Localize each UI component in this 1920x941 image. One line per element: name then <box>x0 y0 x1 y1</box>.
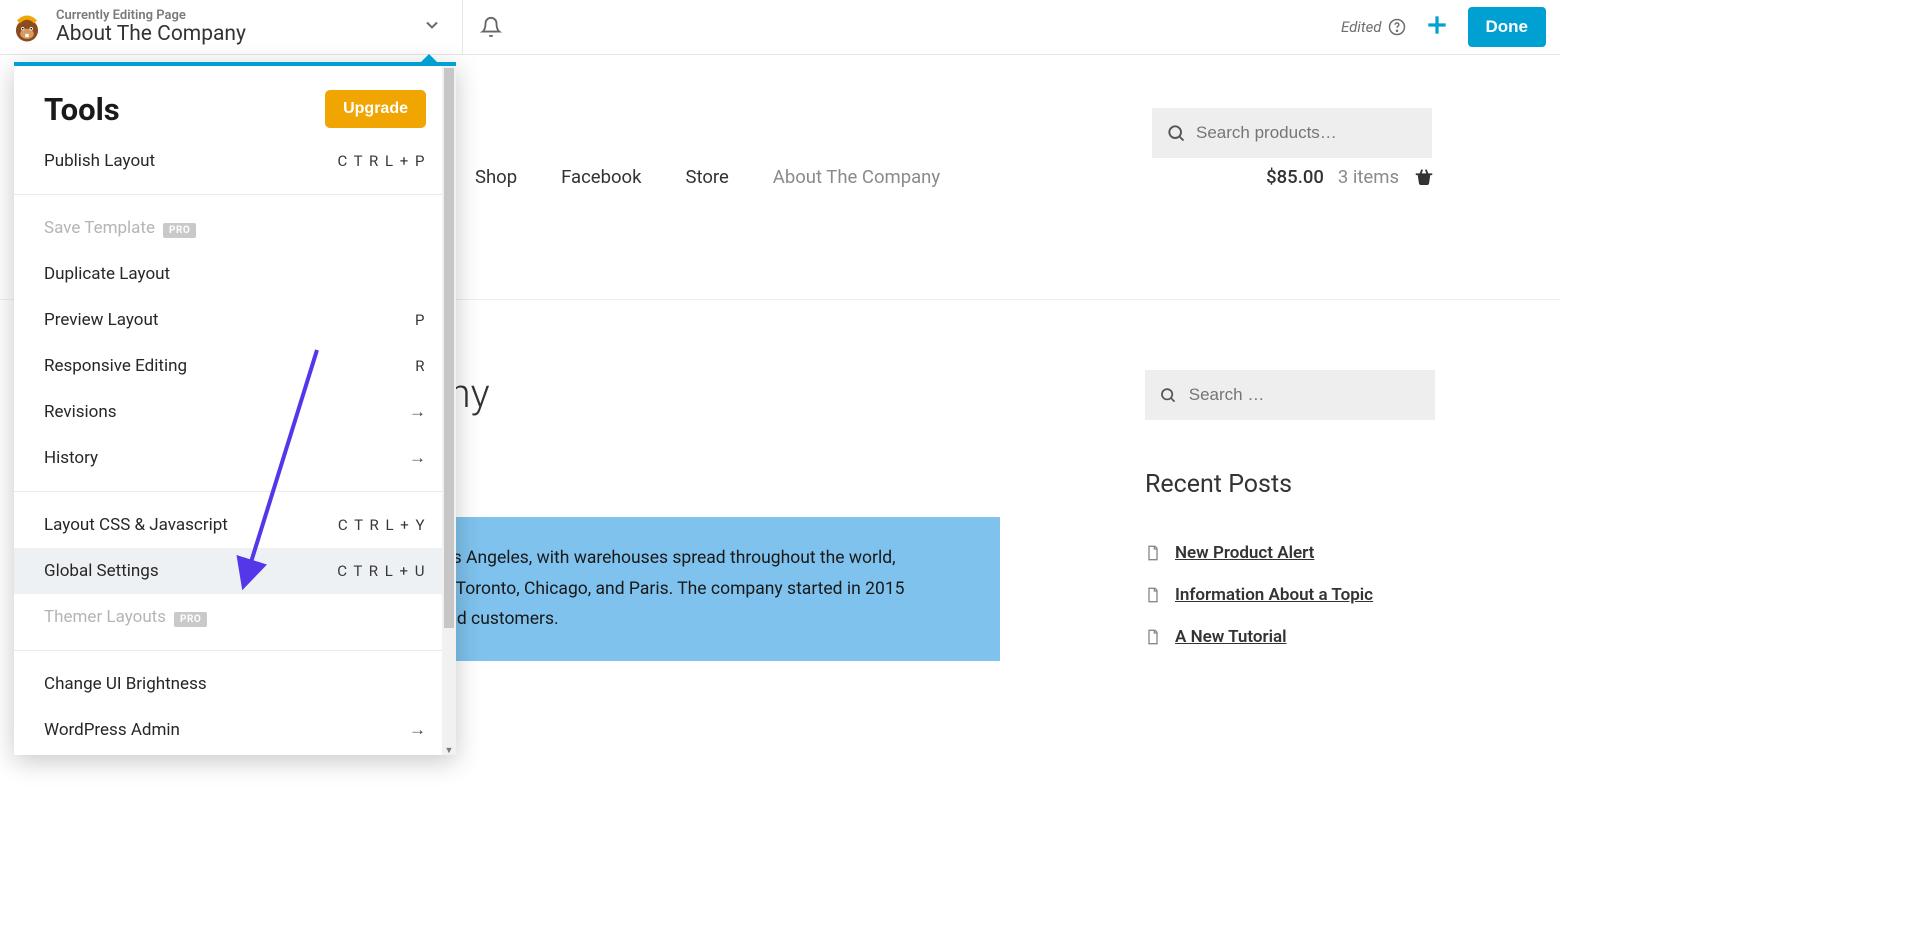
recent-post-link[interactable]: A New Tutorial <box>1175 627 1287 647</box>
top-bar: Currently Editing Page About The Company… <box>0 0 1560 55</box>
nav-item[interactable]: About The Company <box>773 166 940 188</box>
tools-item: Save TemplatePRO <box>14 205 456 251</box>
edited-status: Edited <box>1341 18 1406 36</box>
tools-item[interactable]: Revisions→ <box>14 389 456 435</box>
notifications-button[interactable] <box>463 0 519 54</box>
sidebar-search[interactable] <box>1145 370 1435 420</box>
tools-item: Themer LayoutsPRO <box>14 594 456 640</box>
page-heading: pany <box>405 370 1035 417</box>
recent-post-item: A New Tutorial <box>1145 627 1435 647</box>
recent-post-link[interactable]: Information About a Topic <box>1175 585 1373 605</box>
dropdown-scrollbar[interactable]: ▲ ▼ <box>442 66 456 755</box>
tools-dropdown: ▲ ▼ Tools Upgrade Publish LayoutC T R L … <box>14 62 456 755</box>
cart-items-count: 3 items <box>1338 166 1399 188</box>
nav-item[interactable]: Store <box>685 166 728 188</box>
recent-post-item: Information About a Topic <box>1145 585 1435 605</box>
main-nav: Shop Facebook Store About The Company <box>475 166 940 188</box>
search-products-input[interactable] <box>1196 123 1418 143</box>
cart-price: $85.00 <box>1266 166 1324 188</box>
currently-editing-label: Currently Editing Page <box>56 8 416 23</box>
help-icon <box>1388 18 1406 36</box>
tools-item[interactable]: Change UI Brightness <box>14 661 456 707</box>
done-button[interactable]: Done <box>1468 7 1547 47</box>
file-icon <box>1145 628 1161 646</box>
search-products[interactable] <box>1152 108 1432 158</box>
basket-icon <box>1413 166 1435 188</box>
cart-summary[interactable]: $85.00 3 items <box>1266 166 1435 188</box>
tools-item[interactable]: Preview LayoutP <box>14 297 456 343</box>
content-block[interactable]: in Los Angeles, with warehouses spread t… <box>405 517 1000 661</box>
tools-item[interactable]: Duplicate Layout <box>14 251 456 297</box>
recent-posts-title: Recent Posts <box>1145 470 1435 499</box>
nav-item[interactable]: Facebook <box>561 166 641 188</box>
tools-item[interactable]: WordPress Admin→ <box>14 707 456 753</box>
search-icon <box>1166 123 1186 143</box>
chevron-down-icon <box>416 15 448 39</box>
recent-post-item: New Product Alert <box>1145 543 1435 563</box>
tools-item[interactable]: Global SettingsC T R L + U <box>14 548 456 594</box>
file-icon <box>1145 586 1161 604</box>
nav-item[interactable]: Shop <box>475 166 517 188</box>
upgrade-button[interactable]: Upgrade <box>325 90 426 128</box>
beaver-logo-icon <box>10 10 44 44</box>
recent-posts-list: New Product Alert Information About a Top… <box>1145 543 1435 647</box>
page-title-dropdown-trigger[interactable]: Currently Editing Page About The Company <box>0 0 463 54</box>
search-icon <box>1159 385 1177 405</box>
recent-post-link[interactable]: New Product Alert <box>1175 543 1314 563</box>
tools-item[interactable]: Layout CSS & JavascriptC T R L + Y <box>14 502 456 548</box>
page-title: About The Company <box>56 22 416 46</box>
tools-item[interactable]: Responsive EditingR <box>14 343 456 389</box>
add-content-button[interactable] <box>1424 12 1450 42</box>
tools-item[interactable]: Publish LayoutC T R L + P <box>14 138 456 184</box>
sidebar-search-input[interactable] <box>1189 385 1421 405</box>
tools-item[interactable]: History→ <box>14 435 456 481</box>
tools-title: Tools <box>44 91 120 128</box>
file-icon <box>1145 544 1161 562</box>
